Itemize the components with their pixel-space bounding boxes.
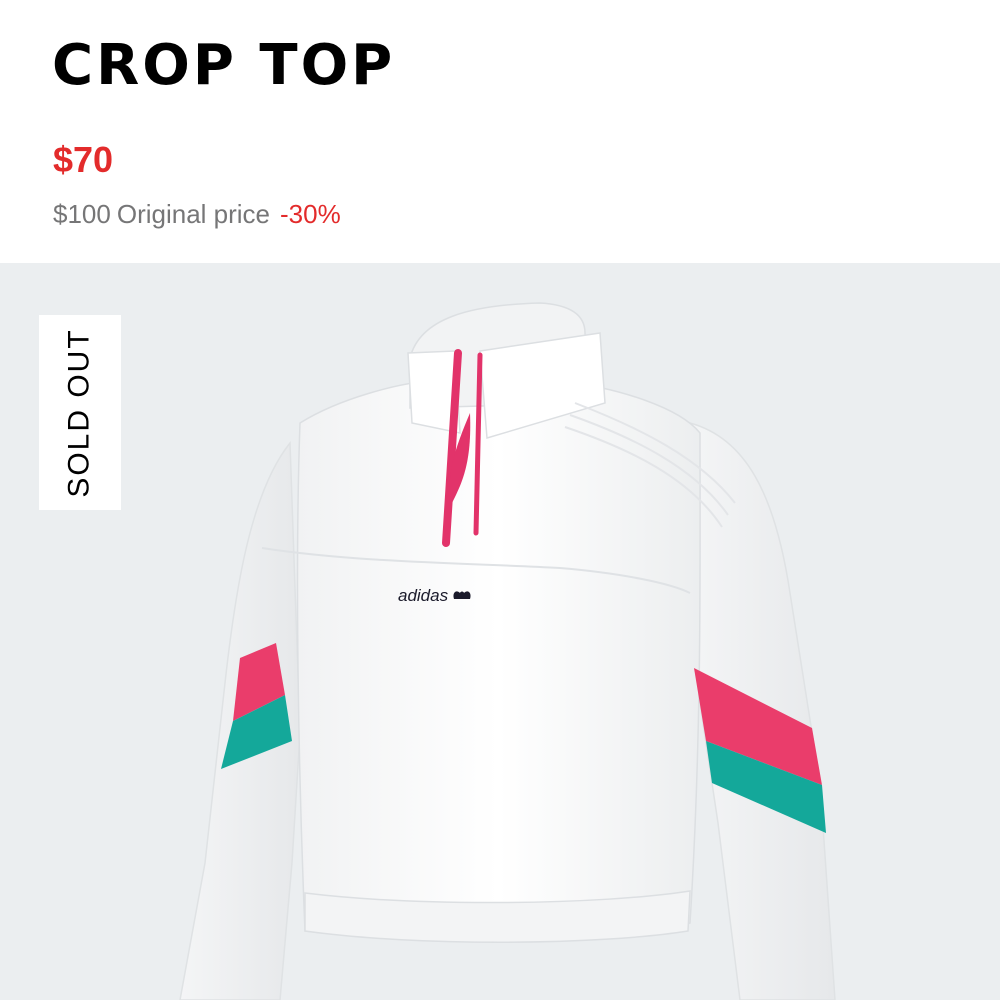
sold-out-label: SOLD OUT — [63, 327, 97, 498]
original-price-label: Original price — [116, 199, 271, 229]
adidas-trefoil-icon — [453, 591, 471, 599]
product-header: CROP TOP $70 $100 Original price -30% — [0, 0, 1000, 263]
brand-text: adidas — [398, 586, 449, 605]
product-image[interactable]: adidas — [0, 263, 1000, 1000]
original-price-row: $100 Original price -30% — [53, 201, 341, 227]
jacket-body — [296, 380, 701, 941]
product-title: CROP TOP — [52, 33, 396, 98]
sold-out-badge: SOLD OUT — [39, 315, 121, 510]
discount-badge: -30% — [280, 199, 341, 229]
sale-price: $70 — [53, 139, 114, 180]
original-price: $100 — [53, 199, 111, 229]
product-page: CROP TOP $70 $100 Original price -30% ad… — [0, 0, 1000, 1000]
product-image-area[interactable]: adidas SOLD OUT — [0, 263, 1000, 1000]
